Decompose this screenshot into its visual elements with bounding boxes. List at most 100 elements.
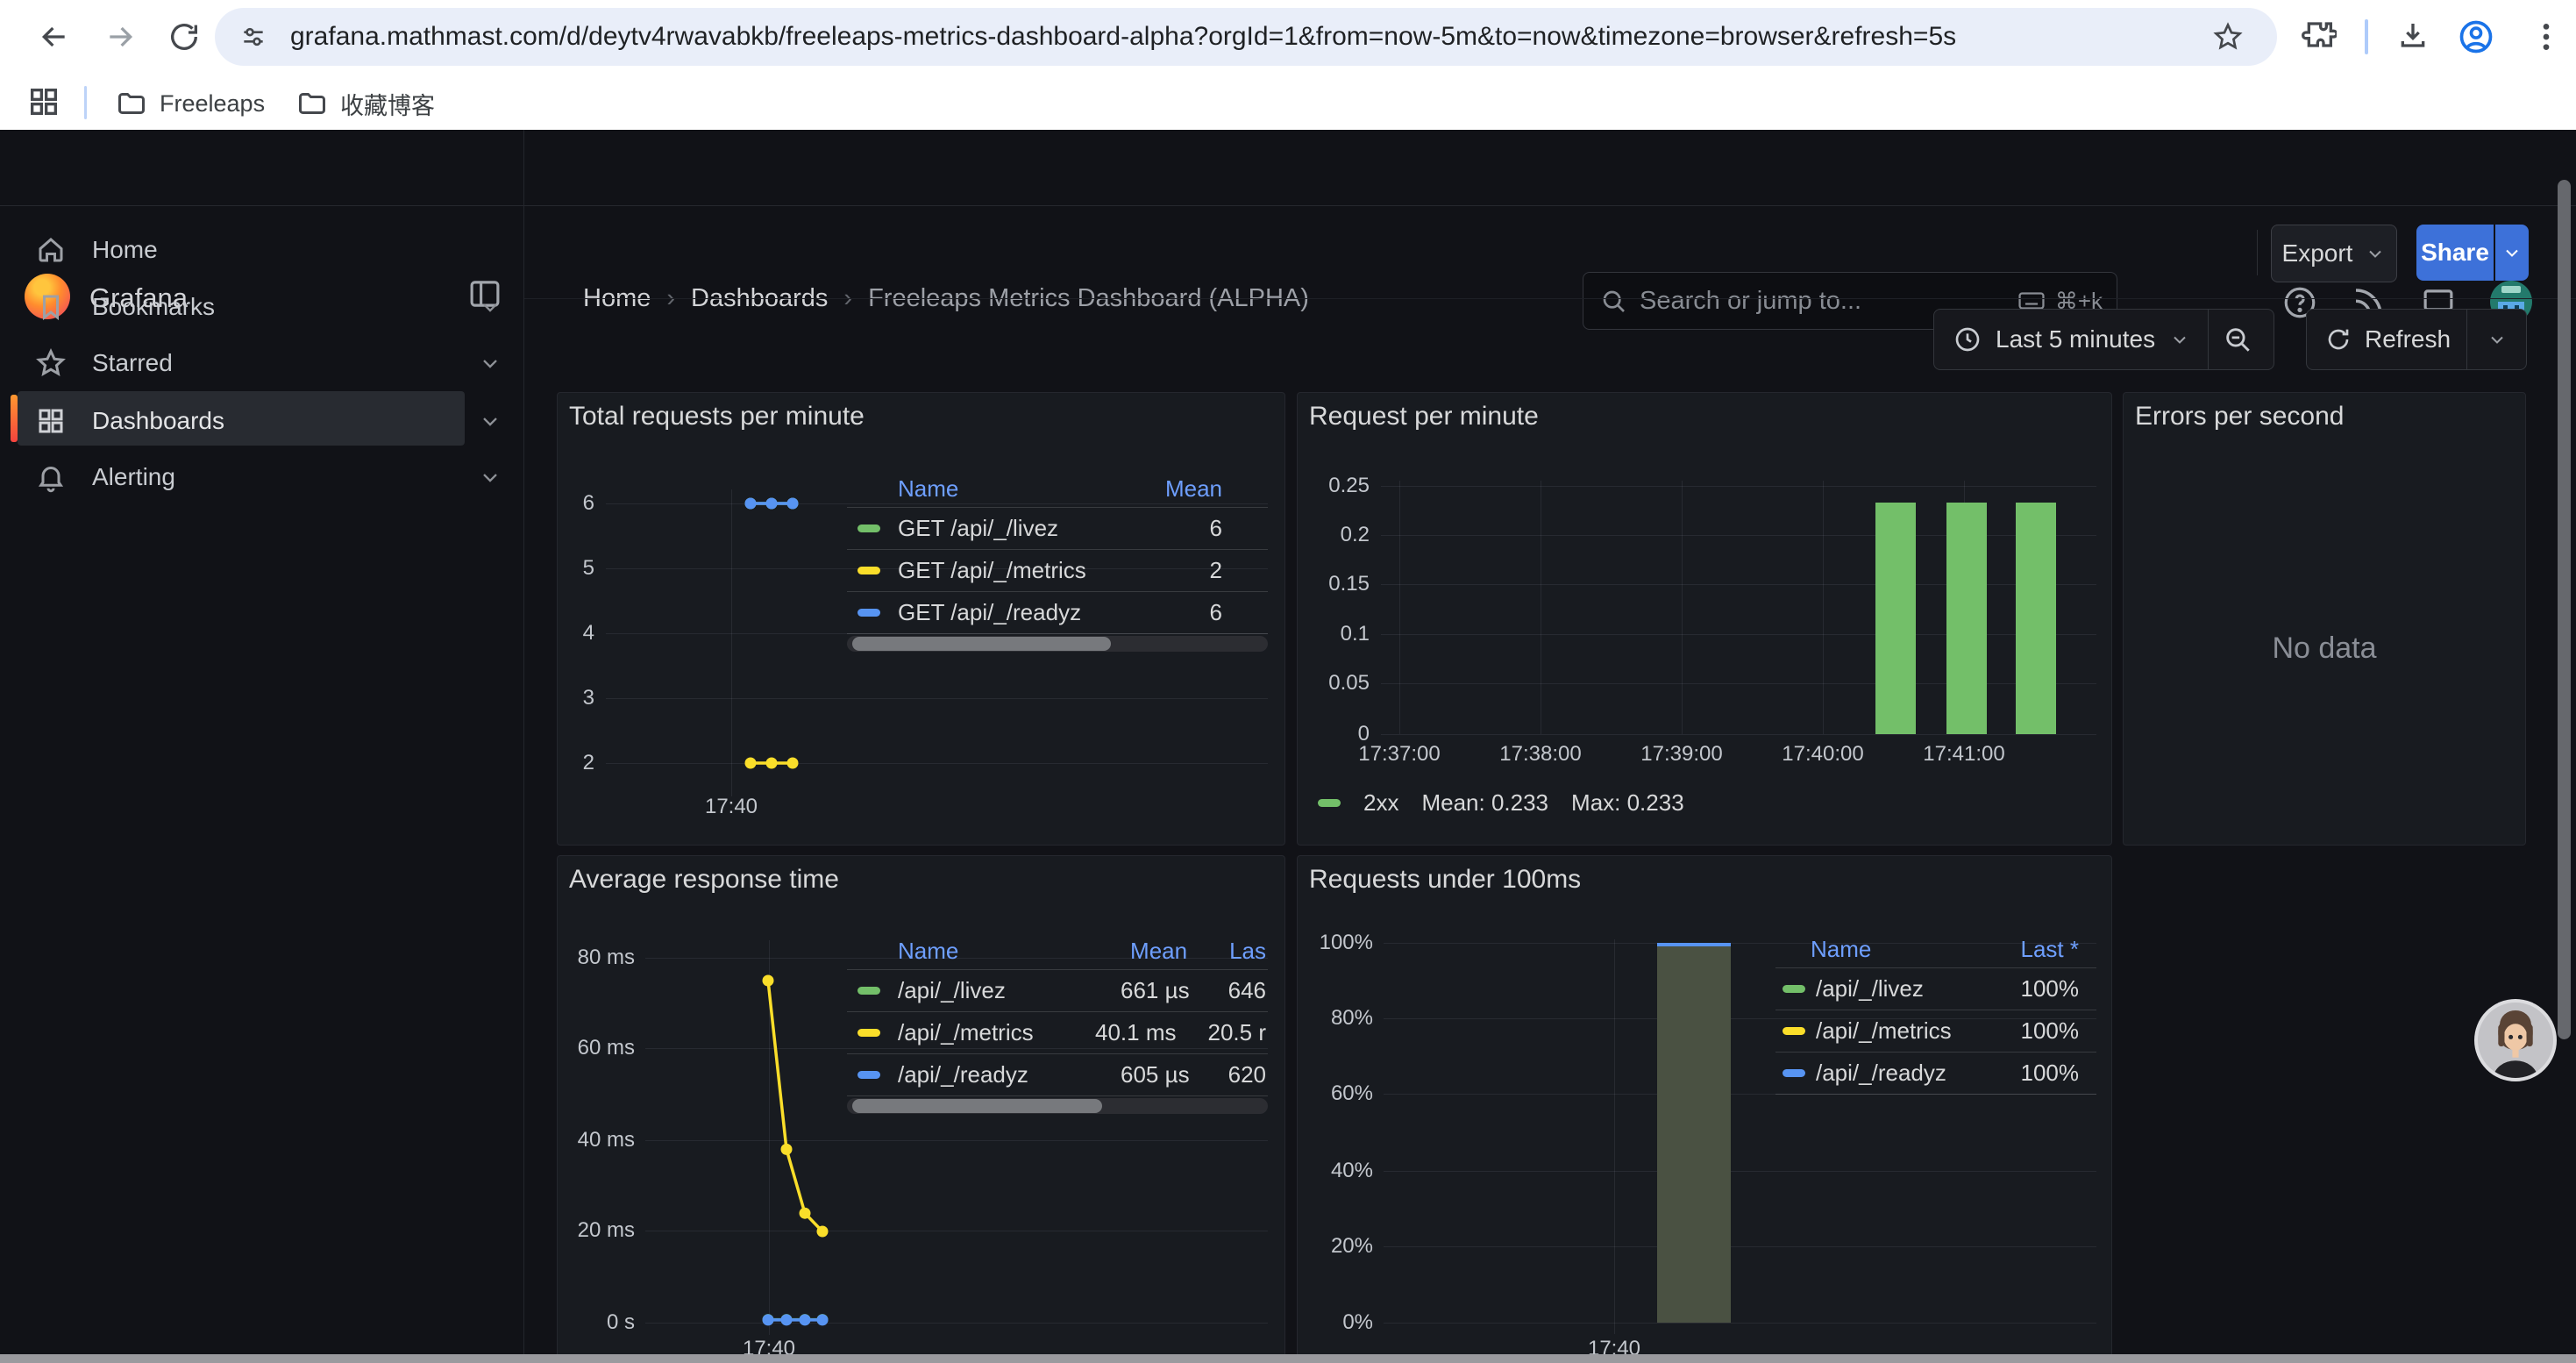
extensions-icon[interactable]: [2302, 19, 2337, 54]
legend-row[interactable]: /api/_/readyz 605 µs 620: [847, 1054, 1268, 1096]
dashboard-actions-row: Export Share: [524, 205, 2576, 299]
panel-errors-per-second: Errors per second No data: [2123, 392, 2526, 846]
bar: [1946, 503, 1987, 734]
refresh-controls: Refresh: [2306, 309, 2527, 370]
chevron-down-icon[interactable]: [2169, 329, 2190, 350]
grafana-header: Grafana Home › Dashboards › Freeleaps Me…: [0, 130, 2576, 206]
legend-scrollbar[interactable]: [847, 636, 1268, 652]
toolbar-separator: [2365, 19, 2368, 54]
folder-icon: [116, 88, 147, 119]
no-data-message: No data: [2124, 632, 2525, 666]
series-color-pill: [857, 567, 880, 574]
actions-separator: [2257, 230, 2258, 275]
legend-inline[interactable]: 2xx Mean: 0.233 Max: 0.233: [1318, 789, 1684, 817]
chevron-down-icon[interactable]: [478, 465, 502, 489]
back-icon[interactable]: [37, 19, 72, 54]
dashboards-grid-icon: [35, 405, 67, 437]
y-tick: 20%: [1298, 1234, 1373, 1259]
zoom-out-icon[interactable]: [2223, 325, 2252, 354]
screen: grafana.mathmast.com/d/deytv4rwavabkb/fr…: [0, 0, 2576, 1363]
series-color-pill: [857, 1071, 880, 1079]
refresh-label[interactable]: Refresh: [2365, 325, 2451, 353]
sidebar-divider: [523, 130, 524, 1354]
legend-row[interactable]: /api/_/metrics 100%: [1775, 1010, 2096, 1053]
active-item-accent: [11, 395, 18, 442]
vertical-scrollbar[interactable]: [2558, 180, 2571, 1039]
bookmarks-separator: [84, 86, 87, 119]
clock-icon: [1953, 325, 1982, 353]
panel-title[interactable]: Requests under 100ms: [1309, 865, 1581, 895]
panel-total-requests: Total requests per minute 6 5 4 3 2 17:4…: [557, 392, 1285, 846]
legend-row[interactable]: GET /api/_/readyz 6: [847, 592, 1268, 634]
menu-kebab-icon[interactable]: [2529, 19, 2564, 54]
series-mean: Mean: 0.233: [1421, 789, 1548, 817]
active-item-highlight: [18, 391, 465, 446]
bar: [1875, 503, 1916, 734]
y-tick: 100%: [1298, 931, 1373, 955]
series-color-pill: [1783, 985, 1805, 993]
legend-col-last[interactable]: Last *: [2021, 936, 2080, 963]
bar-chart: [1298, 393, 2111, 845]
sidebar-item-dashboards[interactable]: Dashboards: [0, 393, 523, 449]
legend-col-name[interactable]: Name: [898, 938, 958, 965]
bookmark-label: Freeleaps: [160, 90, 265, 118]
panel-avg-response-time: Average response time 80 ms 60 ms 40 ms …: [557, 855, 1285, 1363]
y-tick: 40%: [1298, 1159, 1373, 1183]
bookmark-label: 收藏博客: [340, 87, 435, 121]
chevron-down-icon: [2365, 243, 2386, 264]
star-icon: [35, 347, 67, 379]
horizontal-scrollbar[interactable]: [0, 1354, 2576, 1363]
bookmark-folder-freeleaps[interactable]: Freeleaps: [116, 84, 265, 123]
refresh-icon: [2324, 325, 2352, 353]
refresh-interval-caret[interactable]: [2487, 329, 2508, 350]
chevron-down-icon[interactable]: [478, 409, 502, 433]
legend-col-mean[interactable]: Mean: [1165, 475, 1222, 503]
download-icon[interactable]: [2395, 19, 2430, 54]
legend-col-last[interactable]: Las: [1229, 938, 1266, 965]
sidebar-item-bookmarks[interactable]: Bookmarks: [0, 279, 523, 335]
legend-row[interactable]: /api/_/livez 661 µs 646: [847, 970, 1268, 1012]
legend-scrollbar[interactable]: [847, 1098, 1268, 1114]
legend-row[interactable]: GET /api/_/metrics 2: [847, 550, 1268, 592]
panel-title[interactable]: Errors per second: [2135, 402, 2344, 432]
url-text[interactable]: grafana.mathmast.com/d/deytv4rwavabkb/fr…: [290, 22, 2202, 52]
site-settings-icon[interactable]: [239, 23, 267, 51]
apps-grid-icon[interactable]: [26, 84, 61, 119]
panel-request-per-minute: Request per minute 0.25 0.2 0.15 0.1 0.0…: [1297, 392, 2112, 846]
sidebar-item-starred[interactable]: Starred: [0, 335, 523, 391]
url-bar[interactable]: grafana.mathmast.com/d/deytv4rwavabkb/fr…: [215, 8, 2277, 66]
legend-col-mean[interactable]: Mean: [1130, 938, 1187, 965]
series-color-pill: [1783, 1027, 1805, 1035]
reload-icon[interactable]: [167, 19, 202, 54]
y-tick: 80%: [1298, 1006, 1373, 1031]
bookmark-star-icon[interactable]: [2212, 21, 2244, 53]
sidebar-item-home[interactable]: Home: [0, 222, 523, 278]
legend-row[interactable]: GET /api/_/livez 6: [847, 508, 1268, 550]
legend-row[interactable]: /api/_/livez 100%: [1775, 968, 2096, 1010]
legend-header: Name Last *: [1775, 931, 2096, 968]
panel-under-100ms: Requests under 100ms 100% 80% 60% 40% 20…: [1297, 855, 2112, 1363]
legend-table: Name Mean GET /api/_/livez 6 GET /api/_/…: [847, 470, 1268, 634]
legend-col-name[interactable]: Name: [898, 475, 958, 503]
bell-icon: [35, 461, 67, 493]
profile-icon[interactable]: [2457, 18, 2495, 56]
y-tick: 60%: [1298, 1081, 1373, 1106]
bookmark-folder-blogs[interactable]: 收藏博客: [296, 84, 435, 123]
series-name: 2xx: [1363, 789, 1398, 817]
time-range-label[interactable]: Last 5 minutes: [1996, 325, 2155, 353]
export-button[interactable]: Export: [2271, 225, 2397, 282]
share-button[interactable]: Share: [2416, 225, 2494, 281]
bookmarks-bar: Freeleaps 收藏博客: [0, 74, 2576, 130]
legend-row[interactable]: /api/_/readyz 100%: [1775, 1053, 2096, 1095]
sidebar-item-alerting[interactable]: Alerting: [0, 449, 523, 505]
legend-table: Name Mean Las /api/_/livez 661 µs 646 /a…: [847, 932, 1268, 1096]
chevron-down-icon[interactable]: [478, 351, 502, 375]
legend-col-name[interactable]: Name: [1811, 936, 1871, 963]
chevron-down-icon[interactable]: [478, 295, 502, 319]
forward-icon[interactable]: [103, 19, 138, 54]
share-menu-caret[interactable]: [2495, 225, 2529, 281]
series-color-pill: [857, 1029, 880, 1037]
legend-row[interactable]: /api/_/metrics 40.1 ms 20.5 r: [847, 1012, 1268, 1054]
assistant-avatar[interactable]: [2474, 999, 2557, 1081]
series-max: Max: 0.233: [1571, 789, 1684, 817]
